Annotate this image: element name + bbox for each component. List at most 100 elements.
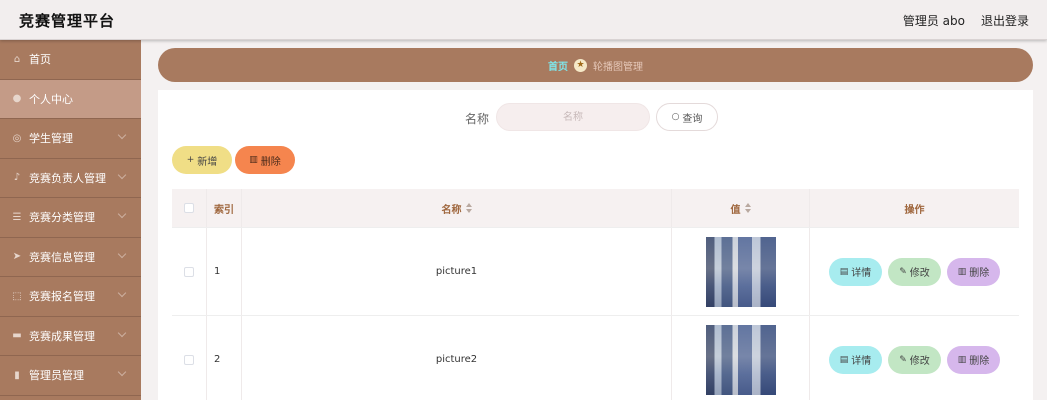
chevron-down-icon [117, 367, 127, 377]
table-row: 2 picture2 ▤ 详情 ✎ 修改 ▥ 删除 [172, 316, 1019, 400]
sidebar-item-results[interactable]: ▬ 竞赛成果管理 [0, 317, 141, 356]
sidebar: ⌂ 首页 ● 个人中心 ◎ 学生管理 ♪ 竞赛负责人管理 ☰ 竞赛分类管理 ➤ … [0, 40, 141, 400]
select-all-checkbox[interactable] [184, 203, 194, 213]
trash-icon: ▥ [249, 155, 258, 165]
column-header-value[interactable]: 值 [672, 189, 810, 227]
chevron-down-icon [117, 249, 127, 258]
trash-icon: ▥ [957, 266, 967, 277]
batch-delete-button[interactable]: ▥ 删除 [235, 146, 295, 174]
row-actions: ▤ 详情 ✎ 修改 ▥ 删除 [810, 228, 1019, 315]
sidebar-item-home[interactable]: ⌂ 首页 [0, 40, 141, 80]
header-checkbox-cell [172, 189, 207, 227]
sidebar-item-label: 学生管理 [29, 132, 73, 146]
detail-button[interactable]: ▤ 详情 [828, 257, 883, 286]
add-button-label: 新增 [197, 156, 218, 168]
person-icon: ● [12, 93, 22, 105]
row-index: 2 [207, 316, 242, 400]
pencil-icon: ✎ [899, 354, 907, 365]
send-icon: ➤ [12, 251, 22, 263]
edit-button[interactable]: ✎ 修改 [888, 257, 941, 286]
chevron-down-icon [117, 170, 127, 179]
column-header-name[interactable]: 名称 [242, 189, 672, 227]
row-checkbox[interactable] [184, 266, 194, 277]
sidebar-item-label: 竞赛分类管理 [29, 211, 95, 225]
edit-button-label: 修改 [909, 356, 930, 367]
sidebar-item-profile[interactable]: ● 个人中心 [0, 79, 141, 119]
sidebar-item-leaders[interactable]: ♪ 竞赛负责人管理 [0, 159, 141, 198]
logout-link[interactable]: 退出登录 [981, 12, 1029, 29]
delete-button-label: 删除 [969, 356, 990, 367]
briefcase-icon: ▬ [12, 330, 22, 342]
query-button[interactable]: ○ 查询 [656, 103, 718, 131]
sidebar-item-info[interactable]: ➤ 竞赛信息管理 [0, 238, 141, 277]
detail-button-label: 详情 [851, 268, 872, 279]
picture-thumbnail[interactable] [705, 324, 776, 395]
content-panel: 名称 ○ 查询 + 新增 ▥ 删除 索引 名称 [158, 90, 1033, 400]
sidebar-item-label: 竞赛信息管理 [29, 250, 95, 264]
batch-delete-button-label: 删除 [260, 156, 281, 168]
sidebar-item-students[interactable]: ◎ 学生管理 [0, 119, 141, 159]
row-value-cell [672, 316, 810, 400]
star-icon: ★ [574, 58, 587, 72]
sidebar-item-label: 首页 [29, 53, 51, 67]
row-checkbox-cell [172, 316, 207, 400]
sidebar-item-categories[interactable]: ☰ 竞赛分类管理 [0, 198, 141, 238]
chevron-down-icon [117, 328, 127, 337]
row-value-cell [672, 228, 810, 315]
picture-thumbnail[interactable] [705, 236, 776, 307]
chevron-down-icon [117, 209, 127, 219]
delete-button[interactable]: ▥ 删除 [946, 257, 1001, 286]
sidebar-item-registration[interactable]: ⬚ 竞赛报名管理 [0, 277, 141, 317]
add-button[interactable]: + 新增 [172, 146, 232, 174]
document-icon: ▤ [839, 266, 849, 277]
search-icon: ○ [671, 112, 680, 122]
plus-icon: + [186, 155, 195, 165]
row-index: 1 [207, 228, 242, 315]
microphone-icon: ♪ [13, 172, 21, 184]
edit-button-label: 修改 [909, 268, 930, 279]
sidebar-item-label: 竞赛负责人管理 [29, 171, 106, 185]
column-header-value-label: 值 [730, 204, 741, 216]
breadcrumb: 首页 ★ 轮播图管理 [158, 48, 1033, 82]
query-button-label: 查询 [682, 113, 703, 125]
column-header-name-label: 名称 [441, 204, 462, 216]
sidebar-item-admins[interactable]: ▮ 管理员管理 [0, 356, 141, 396]
table-row: 1 picture1 ▤ 详情 ✎ 修改 ▥ 删除 [172, 228, 1019, 316]
row-checkbox-cell [172, 228, 207, 315]
table-header: 索引 名称 值 操作 [172, 189, 1019, 228]
breadcrumb-current: 轮播图管理 [593, 61, 643, 73]
pencil-icon: ✎ [899, 266, 907, 277]
app-title: 竞赛管理平台 [19, 12, 116, 30]
sort-icon[interactable] [465, 202, 472, 214]
column-header-actions: 操作 [904, 204, 925, 216]
trash-icon: ▥ [957, 354, 967, 365]
chevron-down-icon [117, 288, 127, 298]
chevron-down-icon [117, 130, 127, 140]
detail-button-label: 详情 [851, 356, 872, 367]
user-area: 管理员 abo 退出登录 [903, 12, 1029, 29]
frame-icon: ⬚ [12, 290, 22, 302]
detail-button[interactable]: ▤ 详情 [828, 345, 883, 374]
delete-button[interactable]: ▥ 删除 [946, 345, 1001, 374]
edit-button[interactable]: ✎ 修改 [888, 345, 941, 374]
sidebar-item-label: 竞赛成果管理 [29, 329, 95, 343]
current-user[interactable]: 管理员 abo [903, 12, 965, 29]
main-content: 首页 ★ 轮播图管理 名称 ○ 查询 + 新增 ▥ 删除 索引 名称 [141, 40, 1047, 400]
column-header-index: 索引 [207, 189, 242, 227]
data-table: 索引 名称 值 操作 1 picture1 ▤ 详情 ✎ 修改 ▥ 删除 2 p… [172, 189, 1019, 400]
sliders-icon: ☰ [12, 211, 22, 223]
breadcrumb-home[interactable]: 首页 [548, 58, 568, 73]
row-name: picture2 [242, 316, 672, 400]
home-icon: ⌂ [13, 53, 21, 65]
row-checkbox[interactable] [184, 354, 194, 365]
delete-button-label: 删除 [969, 268, 990, 279]
sidebar-item-label: 竞赛报名管理 [29, 290, 95, 304]
top-bar: 竞赛管理平台 管理员 abo 退出登录 [0, 0, 1047, 40]
row-name: picture1 [242, 228, 672, 315]
sidebar-item-label: 管理员管理 [29, 369, 84, 383]
row-actions: ▤ 详情 ✎ 修改 ▥ 删除 [810, 316, 1019, 400]
globe-icon: ◎ [12, 132, 22, 144]
sort-icon[interactable] [744, 202, 751, 214]
document-icon: ▤ [839, 354, 849, 365]
search-input[interactable] [496, 103, 650, 131]
